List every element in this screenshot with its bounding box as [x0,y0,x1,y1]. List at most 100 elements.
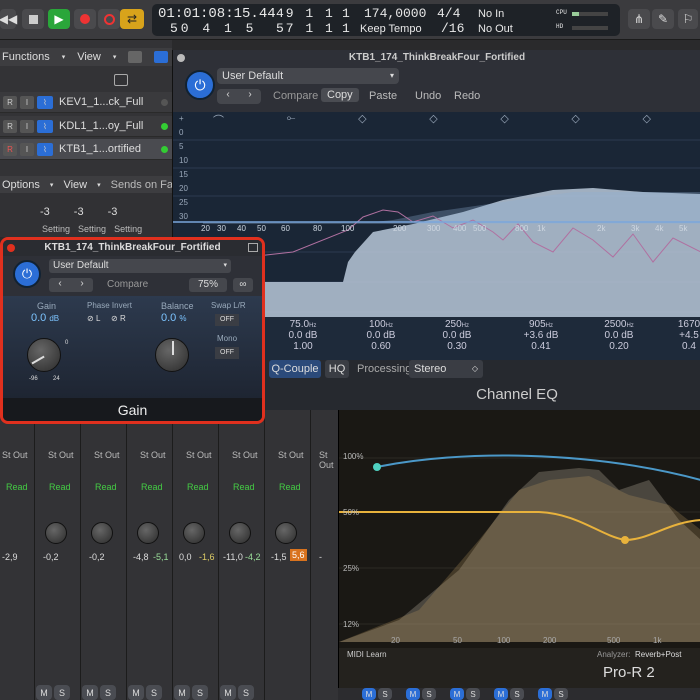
solo-button[interactable]: S [378,688,392,700]
solo-button[interactable]: S [422,688,436,700]
mute-button[interactable]: M [36,685,52,700]
track-row[interactable]: RI ⌇ KDL1_1...oy_Full [0,116,172,137]
preset-nav[interactable]: ‹ › [49,278,93,292]
mute-button[interactable]: M [494,688,508,700]
band-6[interactable]: 1670 +4.5 0.4 [669,319,700,352]
pan-knob[interactable] [91,522,113,544]
solo-button[interactable]: S [238,685,254,700]
gain-knob[interactable] [27,338,61,372]
balance-knob[interactable] [155,338,189,372]
power-icon[interactable]: ⏻ [185,70,215,100]
pro-r-graph[interactable] [339,410,700,642]
copy-button[interactable]: Copy [321,88,359,102]
stop-button[interactable] [22,9,44,29]
output-select[interactable]: St Out [278,450,304,460]
play-button[interactable]: ▶ [48,9,70,29]
lcd-output[interactable]: No Out [478,23,513,35]
automation-mode[interactable]: Read [141,482,163,492]
bell-icon[interactable]: ◇ [643,112,651,128]
automation-icon[interactable]: ⌇ [37,142,53,156]
automation-icon[interactable]: ⌇ [37,119,53,133]
paste-button[interactable]: Paste [369,90,397,102]
solo-button[interactable]: S [146,685,162,700]
output-select[interactable]: St Out [319,450,340,470]
zoom-select[interactable]: 75% [189,278,227,292]
grid-view-icon[interactable] [128,51,143,63]
output-select[interactable]: St Out [140,450,166,460]
solo-button[interactable]: S [192,685,208,700]
processing-select[interactable]: Stereo ◇ [409,360,483,378]
automation-mode[interactable]: Read [49,482,71,492]
mute-button[interactable]: M [220,685,236,700]
compare-button[interactable]: Compare [107,279,148,290]
automation-mode[interactable]: Read [233,482,255,492]
mute-button[interactable]: M [406,688,420,700]
compare-button[interactable]: Compare [273,90,318,102]
output-select[interactable]: St Out [186,450,212,460]
automation-mode[interactable]: Read [279,482,301,492]
count-in-icon[interactable]: ⚐ [678,9,698,29]
input-monitor-button[interactable]: I [20,142,34,156]
band-3[interactable]: 250Hz 0.0 dB 0.30 [437,319,477,352]
bell-icon[interactable]: ◇ [571,112,579,128]
mono-toggle[interactable]: OFF [215,347,239,359]
record-enable-button[interactable]: R [3,142,17,156]
rewind-icon[interactable]: ◀◀ [0,9,17,29]
functions-menu[interactable]: Functions [2,51,50,63]
record-button[interactable] [74,9,96,29]
mute-button[interactable]: M [450,688,464,700]
solo-button[interactable]: S [100,685,116,700]
pan-knob[interactable] [275,522,297,544]
mute-button[interactable]: M [174,685,190,700]
send-level[interactable]: -3 [108,206,118,218]
preset-nav[interactable]: ‹ › [217,89,261,104]
pan-knob[interactable] [229,522,251,544]
mute-button[interactable]: M [128,685,144,700]
hq-button[interactable]: HQ [325,360,349,378]
power-icon[interactable]: ⏻ [13,260,41,288]
band-4[interactable]: 905Hz +3.6 dB 0.41 [519,319,563,352]
automation-mode[interactable]: Read [187,482,209,492]
bell-icon[interactable]: ◇ [358,112,366,128]
mute-button[interactable]: M [82,685,98,700]
setting-button[interactable]: Setting [42,224,70,234]
undo-button[interactable]: Undo [415,90,441,102]
window-link-icon[interactable] [248,243,258,252]
q-couple-button[interactable]: Q-Couple [269,360,321,378]
solo-button[interactable]: S [510,688,524,700]
automation-icon[interactable]: ⌇ [37,95,53,109]
lcd-tempo[interactable]: 174,0000 [364,6,426,21]
mute-button[interactable]: M [538,688,552,700]
input-monitor-button[interactable]: I [20,119,34,133]
automation-mode[interactable]: Read [95,482,117,492]
bell-icon[interactable]: ◇ [429,112,437,128]
capture-record-icon[interactable] [98,9,120,29]
link-icon[interactable]: ∞ [233,278,253,292]
phase-right-button[interactable]: ⊘ R [111,314,126,323]
solo-button[interactable]: S [466,688,480,700]
send-level[interactable]: -3 [74,206,84,218]
band-5[interactable]: 2500Hz 0.0 dB 0.20 [597,319,641,352]
swap-toggle[interactable]: OFF [215,314,239,326]
record-enable-button[interactable]: R [3,119,17,133]
band-1[interactable]: 75.0Hz 0.0 dB 1.00 [283,319,323,352]
phase-left-button[interactable]: ⊘ L [87,314,100,323]
solo-button[interactable]: S [54,685,70,700]
low-cut-icon[interactable]: ⌒ [213,112,224,128]
input-monitor-button[interactable]: I [20,95,34,109]
lcd-tempo-mode[interactable]: Keep Tempo [360,23,422,35]
pan-knob[interactable] [183,522,205,544]
pan-knob[interactable] [137,522,159,544]
send-level[interactable]: -3 [40,206,50,218]
track-name[interactable]: KTB1_1...ortified [59,143,161,155]
track-row[interactable]: RI ⌇ KEV1_1...ck_Full [0,92,172,113]
options-menu[interactable]: Options [2,179,40,191]
lcd-signature[interactable]: 4/4 [437,6,460,21]
view-menu[interactable]: View [77,51,101,63]
setting-button[interactable]: Setting [78,224,106,234]
list-view-icon[interactable] [154,51,169,63]
setting-button[interactable]: Setting [114,224,142,234]
solo-button[interactable]: S [554,688,568,700]
tuner-icon[interactable]: ⋔ [628,9,650,29]
band-2[interactable]: 100Hz 0.0 dB 0.60 [361,319,401,352]
